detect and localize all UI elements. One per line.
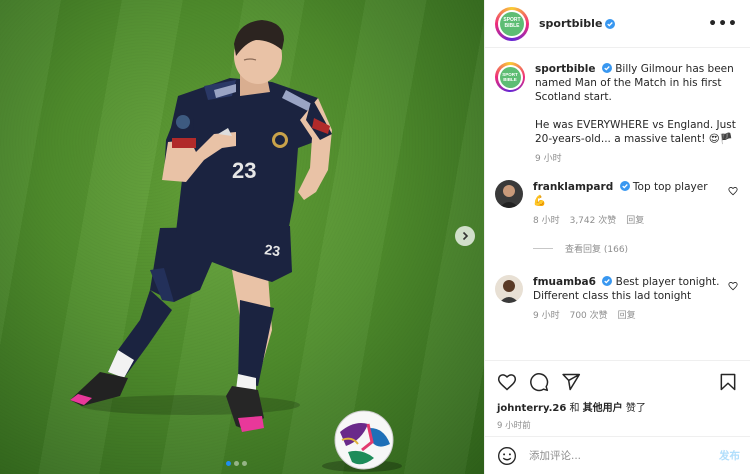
comment-reply-button[interactable]: 回复 xyxy=(618,309,636,323)
comment-like-heart-icon[interactable] xyxy=(728,281,738,291)
avatar-logo: SPORT BIBLE xyxy=(498,9,526,38)
header-username[interactable]: sportbible xyxy=(539,17,602,30)
comment-likes[interactable]: 3,742 次赞 xyxy=(570,214,617,228)
caption-avatar[interactable]: SPORT BIBLE xyxy=(495,62,525,92)
carousel-dot xyxy=(242,461,247,466)
comment-item: fmuamba6 Best player tonight. Different … xyxy=(495,275,738,323)
verified-badge-icon xyxy=(605,18,616,29)
caption-username[interactable]: sportbible xyxy=(535,63,596,75)
logo-text-bottom: BIBLE xyxy=(503,77,517,82)
share-paper-plane-icon[interactable] xyxy=(561,372,581,392)
caption-paragraph-1: sportbible Billy Gilmour has been named … xyxy=(535,62,738,104)
verified-badge-icon xyxy=(602,276,613,286)
post-photo[interactable]: 23 23 xyxy=(0,0,484,474)
chevron-right-icon xyxy=(462,231,469,241)
post-header: SPORT BIBLE sportbible ••• xyxy=(485,0,750,48)
caption-meta: 9 小时 xyxy=(535,152,738,166)
comment-bubble-icon[interactable] xyxy=(529,372,549,392)
carousel-indicator xyxy=(226,461,247,466)
like-heart-icon[interactable] xyxy=(497,372,517,392)
football xyxy=(334,410,394,470)
jersey-number: 23 xyxy=(232,158,256,183)
instagram-post: 23 23 SPORT BIBLE sportbible ••• SPORT B… xyxy=(0,0,750,474)
view-replies-button[interactable]: 查看回复 (166) xyxy=(533,242,738,255)
post-timestamp: 9 小时前 xyxy=(497,421,531,431)
comment-reply-button[interactable]: 回复 xyxy=(626,214,644,228)
comment-time: 8 小时 xyxy=(533,216,560,226)
more-options-icon[interactable]: ••• xyxy=(708,16,738,32)
post-actions: johnterry.26 和 其他用户 赞了 9 小时前 xyxy=(485,360,750,436)
likes-connector: 和 xyxy=(569,403,580,414)
likes-summary: johnterry.26 和 其他用户 赞了 xyxy=(497,399,738,414)
caption-paragraph-2: He was EVERYWHERE vs England. Just 20-ye… xyxy=(535,119,736,145)
likes-suffix: 赞了 xyxy=(625,403,646,414)
caption: SPORT BIBLE sportbible Billy Gilmour has… xyxy=(495,62,738,166)
commenter-avatar[interactable] xyxy=(495,180,523,208)
comment-body: franklampard Top top player 💪 8 小时 3,742… xyxy=(533,180,728,228)
comment-username[interactable]: fmuamba6 xyxy=(533,276,596,288)
svg-text:23: 23 xyxy=(264,241,282,259)
emoji-smiley-icon[interactable] xyxy=(497,446,517,466)
fmuamba6-avatar-image xyxy=(495,275,523,303)
replies-divider-line xyxy=(533,248,553,249)
player-illustration: 23 23 xyxy=(70,20,402,472)
sportbible-logo: SPORT BIBLE xyxy=(500,11,524,36)
comment-meta: 9 小时 700 次赞 回复 xyxy=(533,309,728,323)
save-bookmark-icon[interactable] xyxy=(718,372,738,392)
verified-badge-icon xyxy=(619,181,630,191)
carousel-dot xyxy=(234,461,239,466)
next-photo-button[interactable] xyxy=(455,226,475,246)
comment-body: fmuamba6 Best player tonight. Different … xyxy=(533,275,728,323)
comment-item: franklampard Top top player 💪 8 小时 3,742… xyxy=(495,180,738,228)
comment-likes[interactable]: 700 次赞 xyxy=(570,309,608,323)
caption-body: sportbible Billy Gilmour has been named … xyxy=(535,62,738,166)
comment-time: 9 小时 xyxy=(533,311,560,321)
view-replies-label: 查看回复 (166) xyxy=(565,245,629,255)
verified-badge-icon xyxy=(601,63,612,73)
avatar[interactable]: SPORT BIBLE xyxy=(495,6,529,41)
comment-like-heart-icon[interactable] xyxy=(728,186,738,196)
add-comment-bar: 发布 xyxy=(485,436,750,474)
comment-username[interactable]: franklampard xyxy=(533,181,613,193)
likes-others-button[interactable]: 其他用户 xyxy=(583,403,623,414)
likes-first-user[interactable]: johnterry.26 xyxy=(497,403,566,414)
franklampard-avatar-image xyxy=(495,180,523,208)
comment-text: Top top player xyxy=(632,181,708,193)
post-comment-button[interactable]: 发布 xyxy=(719,448,740,463)
caption-time: 9 小时 xyxy=(535,154,562,164)
post-side-panel: SPORT BIBLE sportbible ••• SPORT BIBLE s… xyxy=(484,0,750,474)
comment-meta: 8 小时 3,742 次赞 回复 xyxy=(533,214,728,228)
commenter-avatar[interactable] xyxy=(495,275,523,303)
comment-input[interactable] xyxy=(529,449,719,462)
carousel-dot-active xyxy=(226,461,231,466)
comment-emoji: 💪 xyxy=(533,195,547,207)
logo-text-bottom: BIBLE xyxy=(504,22,520,29)
sportbible-logo: SPORT BIBLE xyxy=(499,66,521,88)
action-bar xyxy=(497,367,738,397)
comments-list[interactable]: SPORT BIBLE sportbible Billy Gilmour has… xyxy=(485,48,750,360)
caption-avatar-logo: SPORT BIBLE xyxy=(497,64,523,90)
